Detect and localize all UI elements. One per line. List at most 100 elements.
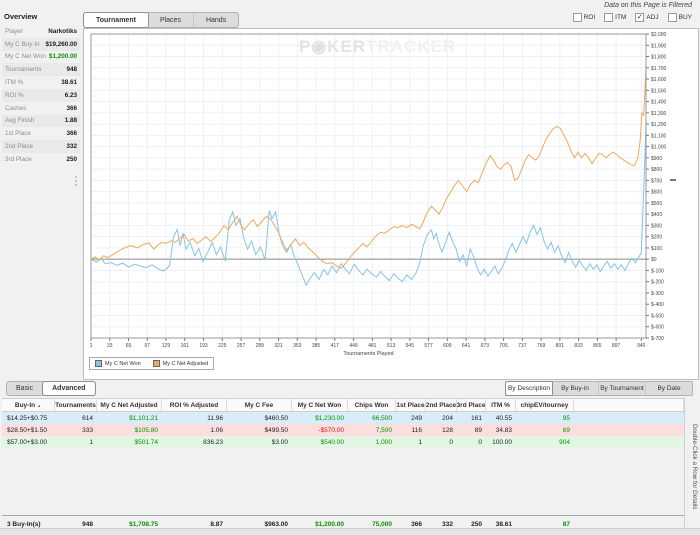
stat-row[interactable]: Cashes 366	[2, 102, 80, 115]
table-row[interactable]: $28.50+$1.50 333 $105.80 1.06 $499.50 -$570.0…	[2, 424, 684, 436]
svg-text:$0: $0	[651, 257, 657, 263]
stat-row[interactable]: Tournaments 948	[2, 63, 80, 77]
stat-row[interactable]: ITM % 38.61	[2, 76, 80, 89]
svg-text:289: 289	[256, 343, 265, 349]
by-date-button[interactable]: By Date	[646, 382, 692, 395]
checkbox-icon[interactable]	[604, 13, 614, 22]
stat-label: 3rd Place	[5, 155, 32, 163]
column-header-chips-won[interactable]: Chips Won	[348, 399, 396, 411]
tab-advanced[interactable]: Advanced	[42, 381, 96, 396]
column-header-2nd-place[interactable]: 2nd Place	[426, 399, 457, 411]
table-cell: -$570.00	[318, 426, 344, 434]
stat-row[interactable]: 2nd Place 332	[2, 140, 80, 153]
sidebar-stats: Player Narkotiks My C Buy-In $19,260.00 My C…	[2, 25, 80, 166]
column-header-3rd-place[interactable]: 3rd Place	[457, 399, 486, 411]
stat-row[interactable]: My C Buy-In $19,260.00	[2, 37, 80, 51]
svg-text:$500: $500	[651, 201, 662, 207]
by-description-button[interactable]: By Description	[505, 381, 553, 396]
table-side-divider	[684, 398, 685, 528]
filter-checkbox-itm[interactable]: ITM	[604, 13, 626, 22]
summary-cell: 250	[471, 520, 482, 528]
column-header-roi-adjusted[interactable]: ROI % Adjusted	[162, 399, 227, 411]
sidebar-title: Overview	[4, 12, 38, 21]
column-header-chipev-tourney[interactable]: chipEV/tourney	[516, 399, 574, 411]
stat-row[interactable]: 3rd Place 250	[2, 153, 80, 166]
svg-text:940: 940	[637, 343, 646, 349]
column-header-my-c-net-adjusted[interactable]: My C Net Adjusted	[97, 399, 162, 411]
tab-tournament[interactable]: Tournament	[83, 12, 149, 28]
svg-text:$1,800: $1,800	[651, 55, 667, 61]
svg-text:737: 737	[518, 343, 527, 349]
double-click-hint: Double-Click a Row for Details	[691, 424, 698, 510]
table-row[interactable]: $57.00+$3.00 1 $501.74 836.23 $3.00 $540.00 1,…	[2, 436, 684, 448]
svg-text:481: 481	[368, 343, 377, 349]
tab-basic[interactable]: Basic	[7, 382, 44, 395]
filter-label: ROI	[583, 14, 596, 21]
table-cell: 7,500	[375, 426, 392, 434]
summary-cell: 366	[411, 520, 422, 528]
table-cell: 333	[82, 426, 93, 434]
svg-text:129: 129	[162, 343, 171, 349]
stat-row[interactable]: Player Narkotiks	[2, 25, 80, 38]
stat-label: ITM %	[5, 79, 24, 87]
stat-label: My C Buy-In	[5, 40, 40, 48]
column-header-my-c-net-won[interactable]: My C Net Won	[292, 399, 348, 411]
checkbox-icon[interactable]: ✓	[635, 13, 645, 22]
summary-cell: 75,000	[372, 520, 392, 528]
column-header-buy-in[interactable]: Buy-In ▲	[2, 399, 55, 411]
stat-label: 2nd Place	[5, 143, 34, 151]
stat-value: Narkotiks	[48, 27, 77, 35]
svg-text:$1,500: $1,500	[651, 88, 667, 94]
svg-text:33: 33	[107, 343, 113, 349]
legend-swatch	[152, 360, 160, 367]
by-buy-in-button[interactable]: By Buy-in	[552, 382, 599, 395]
stat-value: $1,200.00	[48, 53, 77, 61]
column-header-tournaments[interactable]: Tournaments	[55, 399, 97, 411]
stat-value: 6.23	[64, 91, 77, 99]
stat-value: 366	[66, 130, 77, 138]
table-cell: 128	[442, 426, 453, 434]
column-header-filler[interactable]	[574, 399, 684, 411]
svg-text:$1,600: $1,600	[651, 77, 667, 83]
stat-label: Cashes	[5, 104, 27, 112]
svg-text:$100: $100	[651, 246, 662, 252]
tournament-results-chart[interactable]: $2,000 $1,900 $1,800 $1,700 $1,600 $1,500 $1,4…	[84, 29, 696, 377]
summary-cell: $1,708.75	[129, 520, 158, 528]
stat-value: $19,260.00	[45, 40, 77, 48]
filter-checkbox-roi[interactable]: ROI	[572, 13, 596, 22]
stat-row[interactable]: Avg Finish 1.88	[2, 114, 80, 128]
tab-hands[interactable]: Hands	[194, 13, 238, 27]
checkbox-icon[interactable]	[667, 13, 677, 22]
table-cell: 204	[442, 414, 453, 422]
legend-item: My C Net Adjusted	[152, 360, 208, 367]
stat-row[interactable]: 1st Place 366	[2, 127, 80, 140]
column-header-1st-place[interactable]: 1st Place	[396, 399, 426, 411]
checkbox-icon[interactable]	[572, 13, 582, 22]
filter-label: ADJ	[646, 14, 659, 21]
sidebar-splitter-handle[interactable]	[74, 176, 78, 186]
table-cell: 836.23	[203, 438, 223, 446]
filter-checkbox-buy[interactable]: BUY	[667, 13, 692, 22]
table-cell: $540.00	[320, 438, 345, 446]
stat-row[interactable]: My C Net Won $1,200.00	[2, 51, 80, 64]
filtered-note: Data on this Page is Filtered	[604, 2, 692, 9]
svg-text:385: 385	[312, 343, 321, 349]
column-header-my-c-fee[interactable]: My C Fee	[227, 399, 292, 411]
chart-legend: My C Net Won My C Net Adjusted	[89, 357, 215, 370]
sort-ascending-icon: ▲	[37, 402, 42, 408]
svg-text:641: 641	[462, 343, 471, 349]
svg-text:$-600: $-600	[651, 325, 664, 331]
stat-row[interactable]: ROI % 6.23	[2, 88, 80, 102]
stat-value: 332	[66, 143, 77, 151]
table-row[interactable]: $14.25+$0.75 614 $1,101.21 11.96 $460.50 $1,2…	[2, 412, 684, 424]
svg-text:1: 1	[90, 343, 93, 349]
column-header-itm-[interactable]: ITM %	[486, 399, 516, 411]
filter-checkbox-adj[interactable]: ✓ ADJ	[635, 13, 659, 22]
filter-checkbox-group: ROI ITM ✓ ADJ BUY	[572, 13, 692, 22]
by-tournament-button[interactable]: By Tournament	[599, 382, 646, 395]
tab-places[interactable]: Places	[148, 13, 194, 27]
svg-text:801: 801	[556, 343, 565, 349]
panel-resize-handle[interactable]	[670, 179, 676, 181]
table-cell: $14.25+$0.75	[7, 414, 47, 422]
svg-text:417: 417	[331, 343, 340, 349]
